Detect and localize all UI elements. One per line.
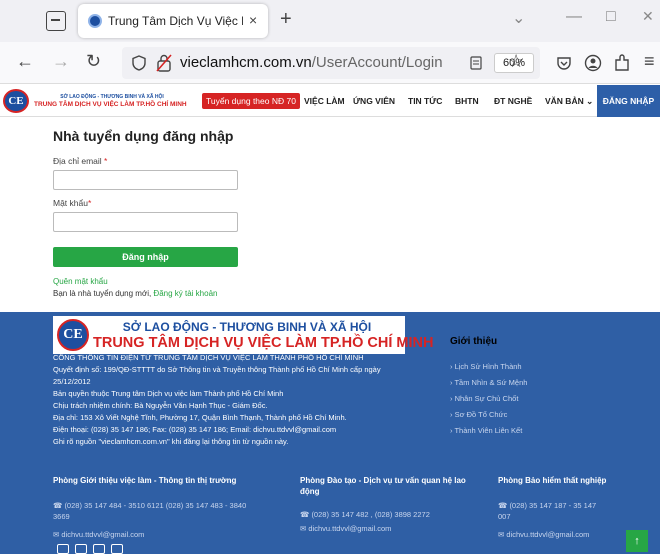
required-marker: * [104,156,108,166]
page-title: Nhà tuyển dụng đăng nhập [53,128,234,144]
dept-1-email: ✉ dichvu.ttdvvl@gmail.com [53,530,145,539]
logo-line-1: SỞ LAO ĐỘNG - THƯƠNG BINH VÀ XÃ HỘI [60,94,164,100]
menu-van-ban[interactable]: VĂN BẢN ⌄ [545,96,593,107]
logo-line-2: TRUNG TÂM DỊCH VỤ VIỆC LÀM TP.HỒ CHÍ MIN… [34,101,187,108]
dept-3-phone-2: 007 [498,512,511,521]
forward-icon[interactable]: → [52,51,70,72]
tab-title: Trung Tâm Dịch Vụ Việc Làm Hồ [108,14,243,28]
password-label-text: Mật khẩu [53,198,88,208]
dept-1-phone: ☎ (028) 35 147 484 - 3510 6121 (028) 35 … [53,501,247,510]
menu-tin-tuc[interactable]: TIN TỨC [408,96,442,106]
address-bar[interactable]: vieclamhcm.com.vn/UserAccount/Login 60% … [122,47,540,79]
back-icon[interactable]: ← [16,51,34,72]
register-text: Bạn là nhà tuyển dụng mới, [53,289,154,298]
required-marker: * [87,198,92,208]
intro-link-label: Nhân Sự Chủ Chốt [454,394,519,403]
site-header: CE SỞ LAO ĐỘNG - THƯƠNG BINH VÀ XÃ HỘI T… [0,85,660,117]
tab-close-icon[interactable]: × [249,12,257,28]
close-window-button[interactable]: ✕ [642,8,654,25]
url-domain: vieclamhcm.com.vn [180,54,312,71]
dept-3-email-text: dichvu.ttdvvl@gmail.com [506,530,590,539]
menu-bhtn[interactable]: BHTN [455,96,479,106]
footer-banner: CE SỞ LAO ĐỘNG - THƯƠNG BINH VÀ XÃ HỘI T… [53,316,434,354]
footer-banner-line-2: TRUNG TÂM DỊCH VỤ VIỆC LÀM TP.HỒ CHÍ MIN… [93,335,434,351]
twitter-icon[interactable] [57,544,69,554]
intro-heading: Giới thiệu [450,336,498,347]
site-favicon-icon [88,14,102,28]
footer-info-line: Điện thoại: (028) 35 147 186; Fax: (028)… [53,425,337,434]
email-field[interactable] [53,170,238,190]
tab-overflow-chevron-icon[interactable]: ⌄ [512,8,525,28]
menu-dt-nghe[interactable]: ĐT NGHỀ [494,96,532,106]
browser-nav-bar: ← → ↻ vieclamhcm.com.vn/UserAccount/Logi… [0,42,660,84]
browser-tab-bar: Trung Tâm Dịch Vụ Việc Làm Hồ × + ⌄ — □ … [0,0,660,42]
dept-1-phone-2: 3669 [53,512,70,521]
reload-icon[interactable]: ↻ [86,51,101,72]
footer-info-line: Ghi rõ nguồn "vieclamhcm.com.vn" khi đăn… [53,437,289,446]
intro-link-label: Tầm Nhìn & Sứ Mệnh [454,378,528,387]
login-submit-button[interactable]: Đăng nhập [53,247,238,267]
app-menu-icon[interactable]: ≡ [644,51,655,72]
dept-3-phone: ☎ (028) 35 147 187 - 35 147 [498,501,597,510]
intro-link[interactable]: › Tầm Nhìn & Sứ Mệnh [450,378,527,387]
dept-3-phone-text: (028) 35 147 187 - 35 147 [509,501,597,510]
dept-1-phone-text: (028) 35 147 484 - 3510 6121 (028) 35 14… [64,501,247,510]
footer-info-line: Bản quyền thuộc Trung tâm Dịch vụ việc l… [53,389,284,398]
account-icon[interactable] [584,54,602,72]
nd70-recruitment-link[interactable]: Tuyển dụng theo NĐ 70 [202,93,300,109]
maximize-button[interactable]: □ [606,8,616,26]
header-login-button[interactable]: ĐĂNG NHẬP [597,85,660,117]
intro-link-label: Lịch Sử Hình Thành [454,362,522,371]
back-to-top-button[interactable]: ↑ [626,530,648,552]
email-label: Địa chỉ email * [53,156,107,166]
minimize-button[interactable]: — [566,8,582,26]
facebook-icon[interactable] [75,544,87,554]
intro-link[interactable]: › Lịch Sử Hình Thành [450,362,522,371]
url-text[interactable]: vieclamhcm.com.vn/UserAccount/Login [180,54,443,71]
footer-info-line: Địa chỉ: 153 Xô Viết Nghệ Tĩnh, Phường 1… [53,413,347,422]
dept-3-email: ✉ dichvu.ttdvvl@gmail.com [498,530,590,539]
pocket-icon[interactable] [556,55,572,71]
url-path: /UserAccount/Login [311,54,443,71]
extensions-icon[interactable] [614,54,630,72]
menu-ung-vien[interactable]: ỨNG VIÊN [353,96,395,106]
dept-2-phone-text: (028) 35 147 482 , (028) 3898 2272 [311,510,430,519]
bookmark-star-icon[interactable]: ☆ [508,51,524,72]
register-link[interactable]: Đăng ký tài khoản [153,289,217,298]
footer-info-line: CỔNG THÔNG TIN ĐIỆN TỬ TRUNG TÂM DỊCH VỤ… [53,353,364,362]
footer-info-line: 25/12/2012 [53,377,91,386]
email-label-text: Địa chỉ email [53,156,102,166]
intro-link[interactable]: › Thành Viên Liên Kết [450,426,522,435]
youtube-icon[interactable] [93,544,105,554]
dept-2-title-2: động [300,487,320,496]
register-line: Bạn là nhà tuyển dụng mới, Đăng ký tài k… [53,289,217,298]
forgot-password-link[interactable]: Quên mật khẩu [53,277,108,286]
tab-list-icon[interactable] [46,11,66,31]
new-tab-button[interactable]: + [280,8,292,31]
browser-tab[interactable]: Trung Tâm Dịch Vụ Việc Làm Hồ × [78,4,268,38]
password-label: Mật khẩu* [53,198,91,208]
dept-2-email-text: dichvu.ttdvvl@gmail.com [308,524,392,533]
menu-viec-lam[interactable]: VIỆC LÀM [304,96,345,106]
intro-link-label: Thành Viên Liên Kết [454,426,523,435]
linkedin-icon[interactable] [111,544,123,554]
dept-1-email-text: dichvu.ttdvvl@gmail.com [61,530,145,539]
footer-banner-line-1: SỞ LAO ĐỘNG - THƯƠNG BINH VÀ XÃ HỘI [122,320,372,334]
intro-link-label: Sơ Đồ Tổ Chức [454,410,508,419]
intro-link[interactable]: › Nhân Sự Chủ Chốt [450,394,518,403]
site-logo-icon[interactable]: CE [3,89,29,113]
password-field[interactable] [53,212,238,232]
dept-2-title: Phòng Đào tạo - Dịch vụ tư vấn quan hệ l… [300,476,466,485]
shield-icon[interactable] [132,55,146,71]
dept-2-phone: ☎ (028) 35 147 482 , (028) 3898 2272 [300,510,430,519]
footer-info-line: Chịu trách nhiệm chính: Bà Nguyễn Văn Hạ… [53,401,268,410]
dept-3-title: Phòng Bảo hiểm thất nghiệp [498,476,607,485]
reader-view-icon[interactable] [470,56,482,70]
footer-info-line: Quyết định số: 199/QĐ-STTTT do Sở Thông … [53,365,381,374]
intro-link[interactable]: › Sơ Đồ Tổ Chức [450,410,507,419]
footer-logo-icon: CE [57,319,89,351]
dept-1-title: Phòng Giới thiệu việc làm - Thông tin th… [53,476,237,485]
lock-warning-icon[interactable] [156,54,172,72]
dept-2-email: ✉ dichvu.ttdvvl@gmail.com [300,524,392,533]
